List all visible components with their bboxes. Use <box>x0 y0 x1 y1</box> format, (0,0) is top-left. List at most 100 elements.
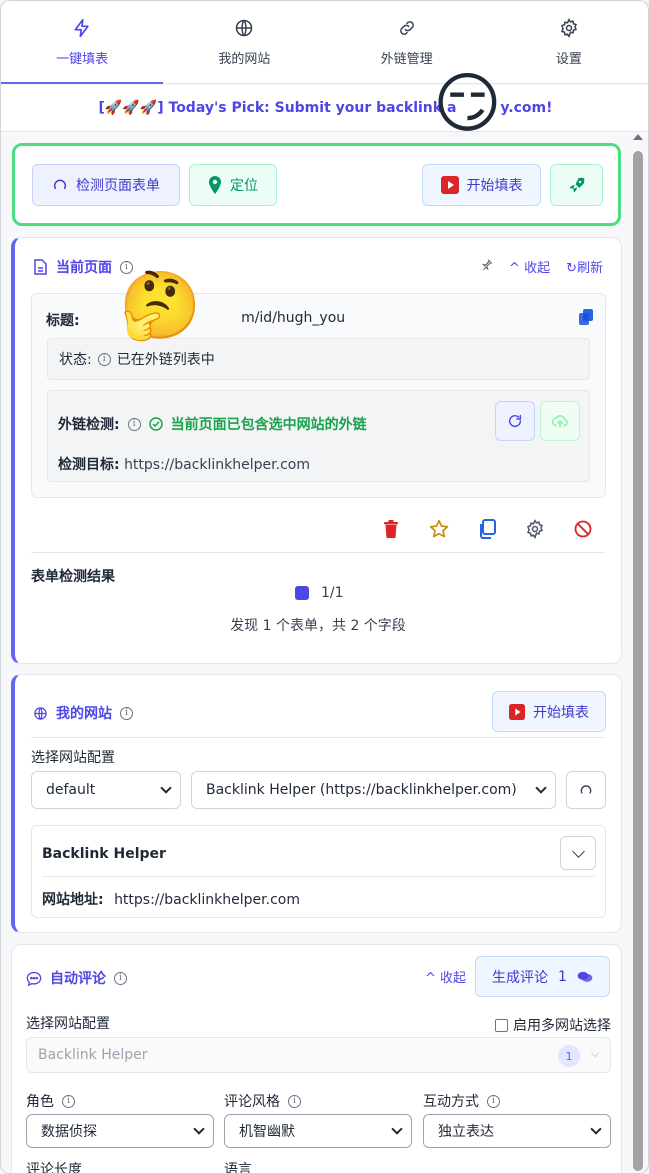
form-pager: 1/1 <box>295 585 344 601</box>
site-url: https://backlinkhelper.com <box>114 892 300 908</box>
refresh-icon <box>508 414 522 428</box>
tab-label: 设置 <box>555 51 582 67</box>
globe-icon <box>34 706 47 720</box>
target-label: 检测目标: <box>58 457 120 473</box>
rocket-icon <box>569 177 584 193</box>
recheck-button[interactable] <box>495 401 535 441</box>
collapse-button[interactable]: ^ 收起 <box>509 257 550 276</box>
generate-comment-button[interactable]: 生成评论 1 <box>475 956 610 997</box>
link-icon <box>399 20 414 35</box>
tab-bar: 一键填表 我的网站 外链管理 设置 <box>1 1 648 84</box>
profile-select[interactable]: default <box>31 771 181 809</box>
status-value: 已在外链列表中 <box>116 352 215 368</box>
card-title: 当前页面 <box>56 260 112 276</box>
pager-text: 1/1 <box>321 585 344 601</box>
selected-count-badge: 1 <box>558 1045 580 1067</box>
site-detail-box: Backlink Helper 网站地址: https://backlinkhe… <box>31 825 606 918</box>
pager-indicator[interactable] <box>295 586 309 600</box>
chevron-down-icon <box>193 1123 205 1135</box>
auto-comment-card: 自动评论 i ^ 收起 生成评论 1 选择网站配置 启用多网站选择 Backli… <box>11 944 622 1174</box>
generate-count: 1 <box>558 968 567 985</box>
title-value: m/id/hugh_you <box>241 310 346 326</box>
extension-panel: 一键填表 我的网站 外链管理 设置 [🚀🚀🚀] Today's Pick: Su… <box>0 0 649 1174</box>
chevron-down-icon <box>160 782 172 794</box>
my-site-header: 我的网站 i <box>33 703 133 723</box>
chevron-down-icon <box>590 1123 602 1135</box>
lightning-icon <box>74 18 89 37</box>
site-url-row: 网站地址: https://backlinkhelper.com <box>42 889 300 909</box>
rocket-button[interactable] <box>550 164 603 206</box>
info-icon[interactable]: i <box>127 417 141 431</box>
form-summary: 发现 1 个表单，共 2 个字段 <box>230 618 406 634</box>
upload-button[interactable] <box>540 401 580 441</box>
copy-icon[interactable] <box>579 309 593 329</box>
start-fill-button[interactable]: 开始填表 <box>492 691 606 732</box>
page-action-icons <box>380 518 594 540</box>
multi-site-checkbox[interactable] <box>495 1018 508 1032</box>
copy-icon[interactable] <box>476 518 498 540</box>
reload-sites-button[interactable] <box>566 771 606 809</box>
multi-site-toggle[interactable]: 启用多网站选择 <box>495 1015 611 1035</box>
link-check-label: 外链检测: <box>58 417 120 433</box>
tab-label: 外链管理 <box>380 51 433 67</box>
info-icon[interactable]: i <box>487 1094 500 1108</box>
emoji-sticker-thinking: 🤔 <box>119 267 202 344</box>
style-label-row: 评论风格 i <box>224 1091 301 1111</box>
locate-button[interactable]: 定位 <box>189 164 277 206</box>
role-select[interactable]: 数据侦探 <box>26 1114 214 1148</box>
emoji-sticker-smirk: 😏 <box>433 65 502 142</box>
info-icon[interactable]: i <box>120 706 133 720</box>
card-title: 自动评论 <box>50 971 106 987</box>
expand-site-button[interactable] <box>560 836 596 870</box>
divider <box>31 737 605 738</box>
play-icon <box>509 703 525 720</box>
document-icon <box>34 259 47 275</box>
detect-form-button[interactable]: 检测页面表单 <box>32 164 180 206</box>
tab-settings[interactable]: 设置 <box>488 1 648 83</box>
trash-icon[interactable] <box>380 518 402 540</box>
title-label: 标题: <box>46 313 80 329</box>
star-icon[interactable] <box>428 518 450 540</box>
info-icon[interactable]: i <box>97 352 111 366</box>
chevron-down-icon <box>391 1123 403 1135</box>
block-icon[interactable] <box>572 518 594 540</box>
current-page-header: 当前页面 i <box>33 257 133 277</box>
pin-icon[interactable] <box>480 258 493 275</box>
refresh-icon <box>580 785 592 794</box>
divider <box>31 552 605 553</box>
banner-text-tail: y.com! <box>500 100 553 116</box>
interaction-select[interactable]: 独立表达 <box>423 1114 611 1148</box>
tab-my-sites[interactable]: 我的网站 <box>163 1 325 83</box>
tab-label: 我的网站 <box>218 51 271 67</box>
page-info-box: 标题: w m/id/hugh_you 状态: i 已在外链列表中 外链检测: i… <box>31 293 606 498</box>
link-check-box: 外链检测: i 当前页面已包含选中网站的外链 检测目标: https://bac… <box>47 390 590 482</box>
site-select[interactable]: Backlink Helper (https://backlinkhelper.… <box>191 771 556 809</box>
start-fill-button[interactable]: 开始填表 <box>422 164 541 206</box>
comment-site-select[interactable]: Backlink Helper 1 <box>26 1037 611 1073</box>
gear-icon <box>560 17 577 38</box>
scroll-up-arrow[interactable] <box>633 134 643 140</box>
collapse-button[interactable]: ^ 收起 <box>425 967 466 986</box>
map-pin-icon <box>209 176 221 194</box>
cloud-upload-icon <box>551 415 568 428</box>
style-select[interactable]: 机智幽默 <box>224 1114 412 1148</box>
action-toolbar: 检测页面表单 定位 开始填表 <box>12 143 621 226</box>
tab-label: 一键填表 <box>56 51 109 67</box>
chat-icon <box>26 971 42 986</box>
config-label: 选择网站配置 <box>31 750 115 766</box>
globe-icon <box>236 19 253 36</box>
current-page-actions: ^ 收起 ↻刷新 <box>480 257 603 276</box>
promo-banner[interactable]: [🚀🚀🚀] Today's Pick: Submit your backlink… <box>1 85 648 132</box>
refresh-button[interactable]: ↻刷新 <box>566 257 603 276</box>
chat-bubbles-icon <box>577 971 593 982</box>
gear-icon[interactable] <box>524 518 546 540</box>
info-icon[interactable]: i <box>114 971 127 985</box>
scrollbar-thumb[interactable] <box>633 151 643 1171</box>
tab-one-click-fill[interactable]: 一键填表 <box>1 1 164 84</box>
info-icon[interactable]: i <box>62 1094 75 1108</box>
link-check-value: 当前页面已包含选中网站的外链 <box>170 417 367 433</box>
info-icon[interactable]: i <box>288 1094 301 1108</box>
interaction-label-row: 互动方式 i <box>423 1091 500 1111</box>
form-result-title: 表单检测结果 <box>31 569 115 585</box>
length-label: 评论长度 <box>26 1162 82 1174</box>
